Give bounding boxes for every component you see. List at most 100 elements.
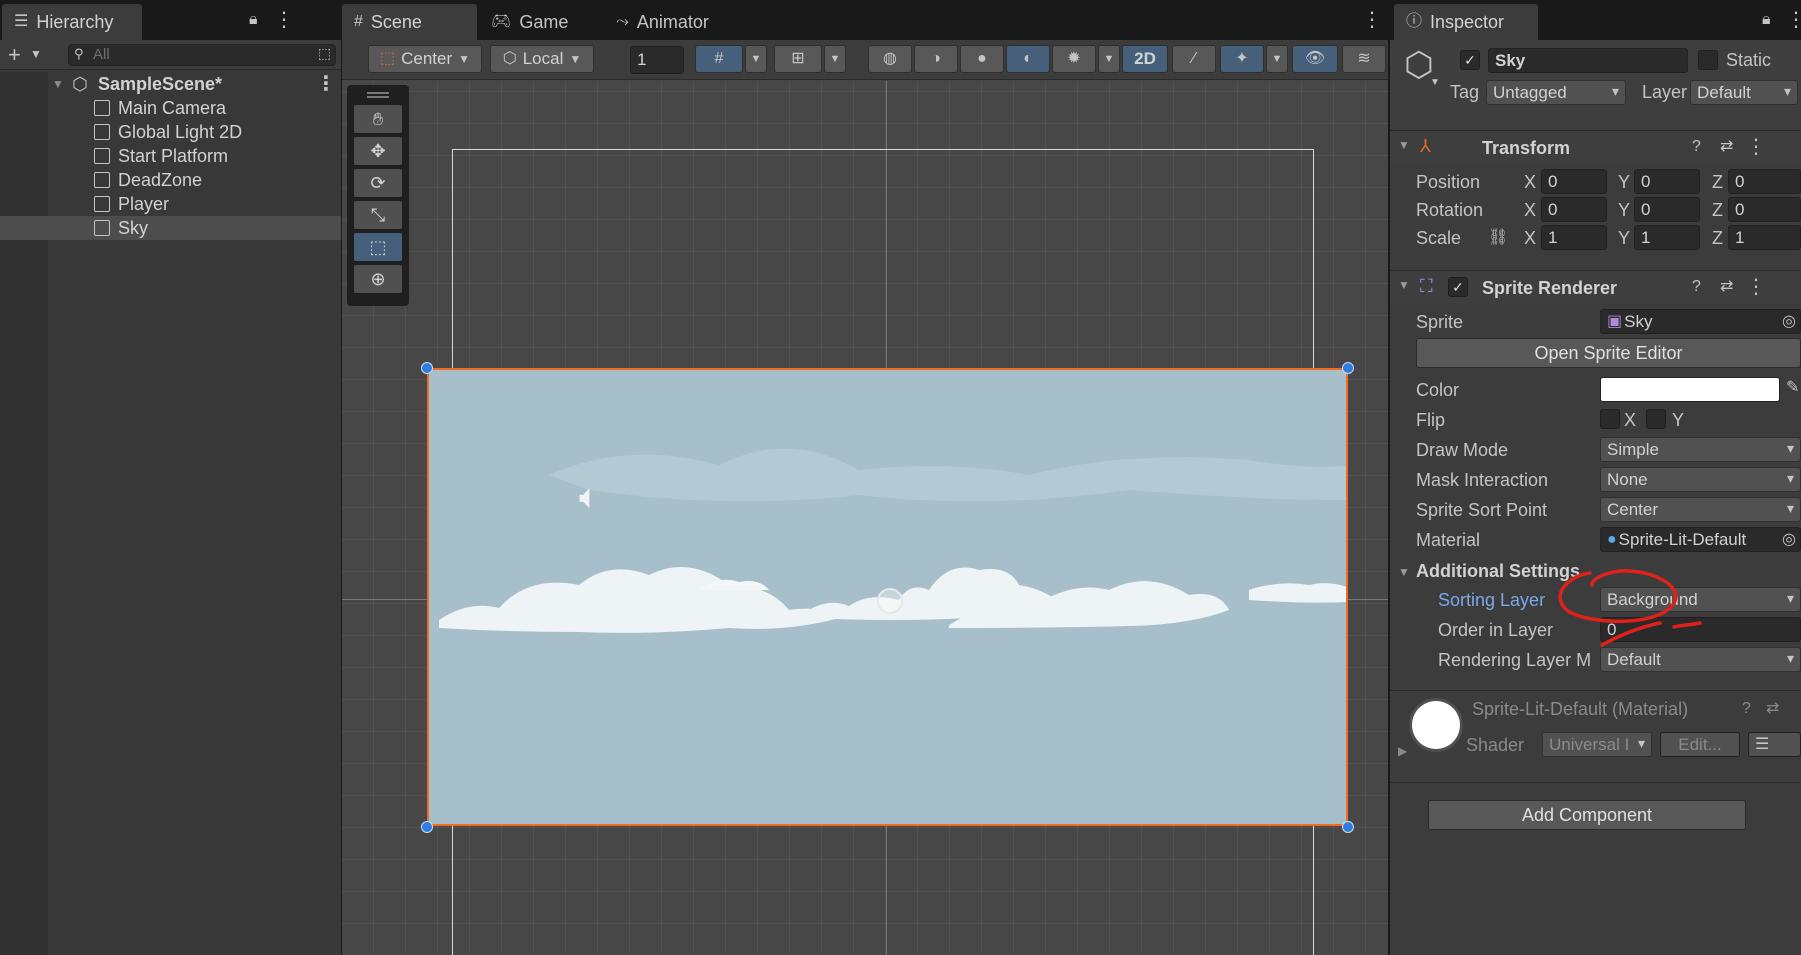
shaded-wireframe-button[interactable]: ◑ (914, 45, 958, 73)
expand-arrow-icon[interactable]: ▼ (52, 78, 64, 90)
lock-icon[interactable]: 🔒︎ (1762, 12, 1771, 28)
sprite-object-field[interactable]: ▣ Sky ◎ (1600, 309, 1801, 334)
component-menu-icon[interactable]: ⋮ (1746, 137, 1766, 157)
pivot-mode-dropdown[interactable]: ⬚ Center ▼ (368, 45, 482, 73)
pivot-handle-icon[interactable] (877, 588, 903, 614)
wireframe-shading-button[interactable]: ◍ (868, 45, 912, 73)
list-item[interactable]: Main Camera (0, 96, 341, 120)
position-y-field[interactable]: 0 (1634, 169, 1700, 194)
presets-icon[interactable]: ⇄ (1720, 139, 1733, 155)
more-menu-icon[interactable]: ⋮ (274, 10, 294, 30)
tab-animator[interactable]: ⤳ Animator (604, 4, 744, 40)
scene-menu-icon[interactable]: ⋮ (316, 74, 336, 94)
help-icon[interactable]: ? (1692, 139, 1701, 155)
scale-z-field[interactable]: 1 (1728, 225, 1801, 250)
shaded-button[interactable]: ● (960, 45, 1004, 73)
list-item[interactable]: Start Platform (0, 144, 341, 168)
scale-y-field[interactable]: 1 (1634, 225, 1700, 250)
flip-y-checkbox[interactable] (1646, 409, 1666, 429)
scene-menu-icon[interactable]: ⋮ (1362, 10, 1382, 30)
shader-options-button[interactable]: ☰ (1748, 732, 1801, 757)
list-item-selected[interactable]: Sky (0, 216, 341, 240)
transform-tool-button[interactable]: ⊕ (354, 265, 402, 293)
debug-draw-button[interactable]: ✹ (1052, 45, 1096, 73)
collapse-arrow-icon[interactable]: ▶ (1398, 745, 1407, 757)
tab-game[interactable]: 🎮︎ Game (479, 4, 599, 40)
rotation-y-field[interactable]: 0 (1634, 197, 1700, 222)
effects-toggle-button[interactable]: ✦ (1220, 45, 1264, 73)
pivot-rotation-dropdown[interactable]: ⬡ Local ▼ (490, 45, 594, 73)
help-icon[interactable]: ? (1692, 279, 1701, 295)
static-checkbox[interactable] (1698, 50, 1718, 70)
chevron-down-icon[interactable]: ▼ (1430, 78, 1440, 88)
view-tool-button[interactable]: ✋︎ (354, 105, 402, 133)
tab-scene[interactable]: # Scene (342, 4, 477, 40)
object-picker-icon[interactable]: ◎ (1782, 314, 1796, 330)
component-menu-icon[interactable]: ⋮ (1746, 277, 1766, 297)
layer-dropdown[interactable]: Default (1690, 80, 1798, 105)
add-component-button[interactable]: Add Component (1428, 800, 1746, 830)
scale-x-field[interactable]: 1 (1541, 225, 1607, 250)
open-sprite-editor-button[interactable]: Open Sprite Editor (1416, 338, 1801, 368)
sky-sprite[interactable]: 🔈︎ (427, 368, 1348, 826)
rect-handle-bottom-left[interactable] (421, 821, 433, 833)
rotation-x-field[interactable]: 0 (1541, 197, 1607, 222)
drag-handle-icon[interactable] (367, 92, 389, 98)
expand-arrow-icon[interactable]: ▼ (1398, 139, 1410, 151)
presets-icon[interactable]: ⇄ (1720, 279, 1733, 295)
grid-visibility-dropdown[interactable]: ▼ (824, 45, 846, 73)
grid-snap-button[interactable]: # (695, 45, 743, 73)
scale-tool-button[interactable]: ⤡ (354, 201, 402, 229)
more-menu-icon[interactable]: ⋮ (1786, 10, 1801, 30)
help-icon[interactable]: ? (1742, 701, 1751, 717)
rendering-layer-dropdown[interactable]: Default (1600, 647, 1801, 672)
shader-dropdown[interactable]: Universal I (1542, 732, 1652, 757)
material-object-field[interactable]: ● Sprite-Lit-Default ◎ (1600, 527, 1801, 552)
expand-arrow-icon[interactable]: ▼ (1398, 566, 1410, 578)
color-swatch[interactable] (1600, 377, 1780, 402)
constrain-proportions-icon[interactable]: ⛓︎ (1488, 230, 1508, 246)
increment-snap-input[interactable]: 1 (630, 46, 684, 74)
unlit-button[interactable]: ◐ (1006, 45, 1050, 73)
flip-x-checkbox[interactable] (1600, 409, 1620, 429)
scene-row[interactable]: ▼ ⬡ SampleScene* ⋮ (0, 72, 341, 96)
scene-search-icon[interactable]: ⬚ (318, 46, 331, 60)
effects-dropdown[interactable]: ▼ (1266, 45, 1288, 73)
audio-source-icon[interactable]: 🔈︎ (579, 478, 599, 517)
rect-handle-top-left[interactable] (421, 362, 433, 374)
layers-button[interactable]: ≋ (1342, 45, 1386, 73)
search-input[interactable]: ⚲ All ⬚ (68, 44, 336, 66)
edit-shader-button[interactable]: Edit... (1660, 732, 1740, 757)
draw-mode-dropdown[interactable]: Simple (1600, 437, 1801, 462)
rotate-tool-button[interactable]: ⟳ (354, 169, 402, 197)
sprite-renderer-header[interactable]: ▼ ⛶ ✓ Sprite Renderer ? ⇄ ⋮ (1390, 270, 1801, 304)
list-item[interactable]: Player (0, 192, 341, 216)
presets-icon[interactable]: ⇄ (1766, 701, 1779, 717)
add-icon[interactable]: + (8, 44, 21, 66)
eyedropper-icon[interactable]: ✎ (1786, 380, 1799, 396)
scene-viewport[interactable]: 🔈︎ ✋︎ ✥ ⟳ ⤡ ⬚ ⊕ (342, 81, 1388, 955)
object-name-field[interactable]: Sky (1488, 48, 1688, 73)
grid-snap-dropdown[interactable]: ▼ (745, 45, 767, 73)
list-item[interactable]: Global Light 2D (0, 120, 341, 144)
sprite-sort-point-dropdown[interactable]: Center (1600, 497, 1801, 522)
expand-arrow-icon[interactable]: ▼ (1398, 279, 1410, 291)
chevron-down-icon[interactable]: ▼ (30, 48, 42, 60)
rect-tool-button[interactable]: ⬚ (354, 233, 402, 261)
tab-hierarchy[interactable]: ☰ Hierarchy (2, 4, 142, 40)
lighting-toggle-button[interactable]: ⁄ (1172, 45, 1216, 73)
tag-dropdown[interactable]: Untagged (1486, 80, 1626, 105)
position-x-field[interactable]: 0 (1541, 169, 1607, 194)
object-picker-icon[interactable]: ◎ (1782, 532, 1796, 548)
rect-handle-top-right[interactable] (1342, 362, 1354, 374)
active-checkbox[interactable]: ✓ (1460, 50, 1480, 70)
position-z-field[interactable]: 0 (1728, 169, 1801, 194)
lock-icon[interactable]: 🔒︎ (249, 12, 258, 28)
tab-inspector[interactable]: ⓘ Inspector (1394, 4, 1538, 40)
scene-visibility-button[interactable]: 👁︎ (1292, 45, 1338, 73)
rect-handle-bottom-right[interactable] (1342, 821, 1354, 833)
transform-header[interactable]: ▼ ⅄ Transform ? ⇄ ⋮ (1390, 130, 1801, 164)
grid-visibility-button[interactable]: ⊞ (774, 45, 822, 73)
rotation-z-field[interactable]: 0 (1728, 197, 1801, 222)
toggle-2d-button[interactable]: 2D (1122, 45, 1168, 73)
